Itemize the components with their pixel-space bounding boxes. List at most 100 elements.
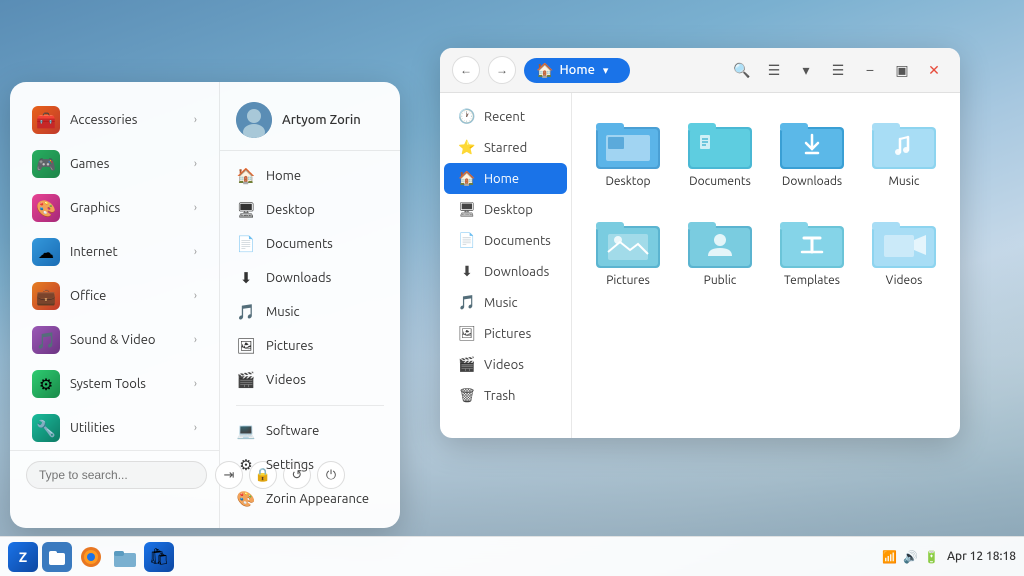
sidebar-item-documents[interactable]: 📄 Documents — [444, 225, 567, 256]
sidebar-label-home: Home — [484, 172, 519, 186]
menu-item-graphics[interactable]: 🎨 Graphics › — [16, 186, 213, 230]
right-menu-downloads[interactable]: ⬇ Downloads — [220, 261, 400, 295]
right-menu-music[interactable]: 🎵 Music — [220, 295, 400, 329]
sound-video-arrow-icon: › — [194, 334, 197, 346]
right-music-icon: 🎵 — [236, 303, 256, 321]
folder-desktop[interactable]: Desktop — [588, 109, 668, 196]
folder-desktop-icon — [596, 117, 660, 169]
sidebar-item-pictures[interactable]: 🖼 Pictures — [444, 318, 567, 349]
folder-public-label: Public — [704, 274, 737, 287]
office-icon: 💼 — [32, 282, 60, 310]
sidebar-item-home[interactable]: 🏠 Home — [444, 163, 567, 194]
right-settings-label: Settings — [266, 458, 314, 472]
right-menu-settings[interactable]: ⚙ Settings — [220, 448, 400, 482]
trash-sidebar-icon: 🗑 — [458, 387, 476, 404]
sidebar-item-music[interactable]: 🎵 Music — [444, 287, 567, 318]
search-input[interactable] — [26, 461, 207, 489]
folder-templates[interactable]: Templates — [772, 208, 852, 295]
right-music-label: Music — [266, 305, 300, 319]
maximize-button[interactable]: ▣ — [888, 56, 916, 84]
documents-sidebar-icon: 📄 — [458, 232, 476, 249]
right-pictures-label: Pictures — [266, 339, 313, 353]
folder-videos-icon — [872, 216, 936, 268]
back-button[interactable]: ← — [452, 56, 480, 84]
volume-icon: 🔊 — [903, 550, 918, 564]
downloads-sidebar-icon: ⬇ — [458, 263, 476, 280]
view-toggle-button[interactable]: ▾ — [792, 56, 820, 84]
sidebar-label-trash: Trash — [484, 389, 515, 403]
right-menu-zorin-appearance[interactable]: 🎨 Zorin Appearance — [220, 482, 400, 516]
sidebar-item-videos[interactable]: 🎬 Videos — [444, 349, 567, 380]
right-home-icon: 🏠 — [236, 167, 256, 185]
store-taskbar-icon[interactable]: 🛍 — [144, 542, 174, 572]
search-button[interactable]: 🔍 — [728, 56, 756, 84]
sidebar-item-trash[interactable]: 🗑 Trash — [444, 380, 567, 411]
right-pictures-icon: 🖼 — [236, 337, 256, 355]
folder-music[interactable]: Music — [864, 109, 944, 196]
system-tools-label: System Tools — [70, 377, 184, 391]
folder-documents-icon — [688, 117, 752, 169]
folder-downloads[interactable]: Downloads — [772, 109, 852, 196]
folder-documents-label: Documents — [689, 175, 751, 188]
right-menu-software[interactable]: 💻 Software — [220, 414, 400, 448]
right-menu-desktop[interactable]: 🖥 Desktop — [220, 193, 400, 227]
sidebar-item-downloads[interactable]: ⬇ Downloads — [444, 256, 567, 287]
system-tools-icon: ⚙ — [32, 370, 60, 398]
sidebar-item-starred[interactable]: ⭐ Starred — [444, 132, 567, 163]
start-menu-search-area: ⇥ 🔒 ↺ ⏻ — [10, 450, 219, 499]
firefox-taskbar-icon[interactable] — [76, 542, 106, 572]
menu-item-sound-video[interactable]: 🎵 Sound & Video › — [16, 318, 213, 362]
menu-item-system-tools[interactable]: ⚙ System Tools › — [16, 362, 213, 406]
minimize-button[interactable]: − — [856, 56, 884, 84]
right-downloads-label: Downloads — [266, 271, 331, 285]
right-videos-icon: 🎬 — [236, 371, 256, 389]
menu-item-games[interactable]: 🎮 Games › — [16, 142, 213, 186]
folder-public[interactable]: Public — [680, 208, 760, 295]
music-sidebar-icon: 🎵 — [458, 294, 476, 311]
right-documents-icon: 📄 — [236, 235, 256, 253]
menu-button[interactable]: ☰ — [824, 56, 852, 84]
right-software-icon: 💻 — [236, 422, 256, 440]
address-text: Home — [559, 63, 594, 77]
forward-button[interactable]: → — [488, 56, 516, 84]
right-menu-home[interactable]: 🏠 Home — [220, 159, 400, 193]
right-menu-documents[interactable]: 📄 Documents — [220, 227, 400, 261]
graphics-label: Graphics — [70, 201, 184, 215]
folder-pictures-icon — [596, 216, 660, 268]
system-tools-arrow-icon: › — [194, 378, 197, 390]
folder-videos-label: Videos — [886, 274, 923, 287]
right-menu-videos[interactable]: 🎬 Videos — [220, 363, 400, 397]
close-button[interactable]: ✕ — [920, 56, 948, 84]
menu-item-accessories[interactable]: 🧰 Accessories › — [16, 98, 213, 142]
menu-item-office[interactable]: 💼 Office › — [16, 274, 213, 318]
sidebar-label-pictures: Pictures — [484, 327, 531, 341]
sidebar-item-recent[interactable]: 🕐 Recent — [444, 101, 567, 132]
menu-item-internet[interactable]: ☁ Internet › — [16, 230, 213, 274]
folder-pictures[interactable]: Pictures — [588, 208, 668, 295]
sidebar-item-desktop[interactable]: 🖥 Desktop — [444, 194, 567, 225]
folder-documents[interactable]: Documents — [680, 109, 760, 196]
right-menu-divider — [236, 405, 384, 406]
right-menu-pictures[interactable]: 🖼 Pictures — [220, 329, 400, 363]
utilities-icon: 🔧 — [32, 414, 60, 442]
start-menu: 🧰 Accessories › 🎮 Games › 🎨 Graphics › ☁… — [10, 82, 400, 528]
internet-label: Internet — [70, 245, 184, 259]
view-list-button[interactable]: ☰ — [760, 56, 788, 84]
zorin-logo-button[interactable]: Z — [8, 542, 38, 572]
file-manager-sidebar: 🕐 Recent ⭐ Starred 🏠 Home 🖥 Desktop 📄 Do… — [440, 93, 572, 438]
sidebar-label-starred: Starred — [484, 141, 527, 155]
folder-music-icon — [872, 117, 936, 169]
accessories-icon: 🧰 — [32, 106, 60, 134]
desktop-sidebar-icon: 🖥 — [458, 201, 476, 218]
pictures-sidebar-icon: 🖼 — [458, 325, 476, 342]
internet-arrow-icon: › — [194, 246, 197, 258]
menu-item-utilities[interactable]: 🔧 Utilities › — [16, 406, 213, 450]
folder-videos[interactable]: Videos — [864, 208, 944, 295]
folder-taskbar-icon[interactable] — [110, 542, 140, 572]
address-bar[interactable]: 🏠 Home ▾ — [524, 58, 630, 83]
addr-chevron-icon: ▾ — [603, 64, 609, 77]
sidebar-label-music: Music — [484, 296, 518, 310]
files-taskbar-icon[interactable] — [42, 542, 72, 572]
file-manager-titlebar: ← → 🏠 Home ▾ 🔍 ☰ ▾ ☰ − ▣ ✕ — [440, 48, 960, 93]
clock-display: Apr 12 18:18 — [947, 550, 1016, 563]
